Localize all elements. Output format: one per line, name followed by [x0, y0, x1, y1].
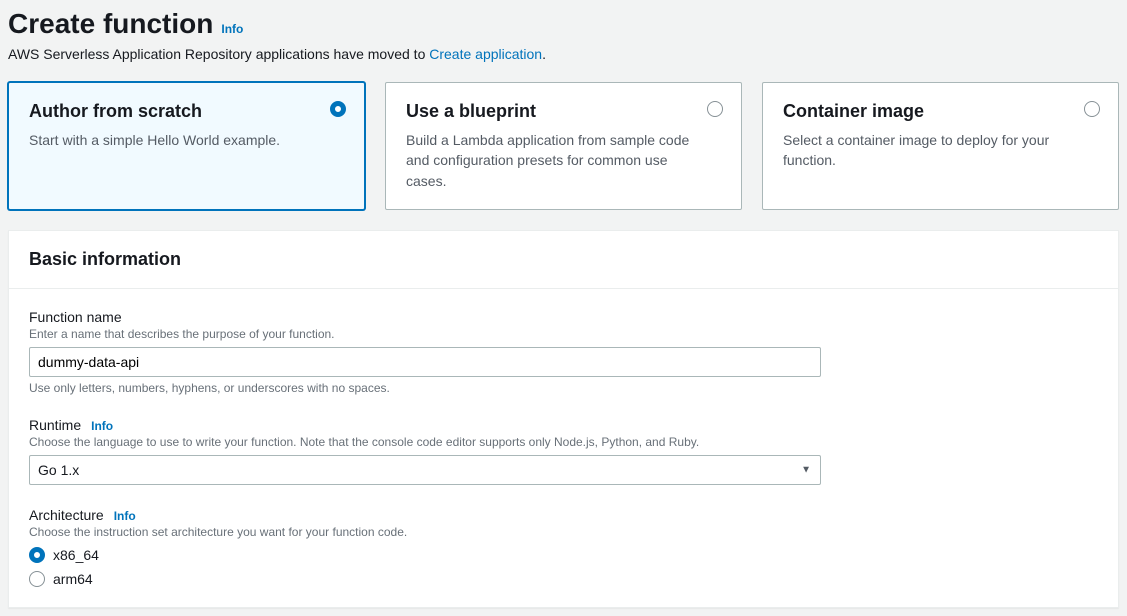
- runtime-hint: Choose the language to use to write your…: [29, 435, 1098, 449]
- basic-information-panel: Basic information Function name Enter a …: [8, 230, 1119, 608]
- option-title: Container image: [783, 101, 1098, 122]
- function-name-input[interactable]: [29, 347, 821, 377]
- radio-icon: [29, 571, 45, 587]
- option-desc: Select a container image to deploy for y…: [783, 130, 1098, 171]
- architecture-option-label: arm64: [53, 571, 93, 587]
- panel-header: Basic information: [9, 231, 1118, 289]
- architecture-info-link[interactable]: Info: [114, 509, 136, 523]
- radio-icon: [1084, 101, 1100, 117]
- subtitle-text-post: .: [542, 46, 546, 62]
- creation-method-options: Author from scratch Start with a simple …: [8, 82, 1119, 210]
- page-subtitle: AWS Serverless Application Repository ap…: [8, 46, 1119, 62]
- function-name-field: Function name Enter a name that describe…: [29, 309, 1098, 395]
- option-title: Author from scratch: [29, 101, 344, 122]
- option-desc: Build a Lambda application from sample c…: [406, 130, 721, 191]
- radio-icon: [29, 547, 45, 563]
- panel-body: Function name Enter a name that describe…: [9, 289, 1118, 607]
- option-container-image[interactable]: Container image Select a container image…: [762, 82, 1119, 210]
- option-title: Use a blueprint: [406, 101, 721, 122]
- function-name-constraint: Use only letters, numbers, hyphens, or u…: [29, 381, 1098, 395]
- create-application-link[interactable]: Create application: [429, 46, 542, 62]
- option-desc: Start with a simple Hello World example.: [29, 130, 344, 150]
- option-author-from-scratch[interactable]: Author from scratch Start with a simple …: [8, 82, 365, 210]
- subtitle-text-pre: AWS Serverless Application Repository ap…: [8, 46, 429, 62]
- architecture-option-x86[interactable]: x86_64: [29, 547, 1098, 563]
- runtime-info-link[interactable]: Info: [91, 419, 113, 433]
- architecture-option-label: x86_64: [53, 547, 99, 563]
- architecture-option-arm64[interactable]: arm64: [29, 571, 1098, 587]
- option-use-blueprint[interactable]: Use a blueprint Build a Lambda applicati…: [385, 82, 742, 210]
- page-info-link[interactable]: Info: [221, 22, 243, 36]
- architecture-hint: Choose the instruction set architecture …: [29, 525, 1098, 539]
- radio-icon: [707, 101, 723, 117]
- page-title: Create function: [8, 8, 213, 40]
- runtime-field: Runtime Info Choose the language to use …: [29, 417, 1098, 485]
- radio-icon: [330, 101, 346, 117]
- architecture-field: Architecture Info Choose the instruction…: [29, 507, 1098, 587]
- architecture-label: Architecture: [29, 507, 104, 523]
- runtime-select[interactable]: Go 1.x: [29, 455, 821, 485]
- page-header: Create function Info AWS Serverless Appl…: [8, 8, 1119, 74]
- runtime-select-value: Go 1.x: [38, 462, 79, 478]
- runtime-label: Runtime: [29, 417, 81, 433]
- panel-title: Basic information: [29, 249, 1098, 270]
- function-name-hint: Enter a name that describes the purpose …: [29, 327, 1098, 341]
- function-name-label: Function name: [29, 309, 1098, 325]
